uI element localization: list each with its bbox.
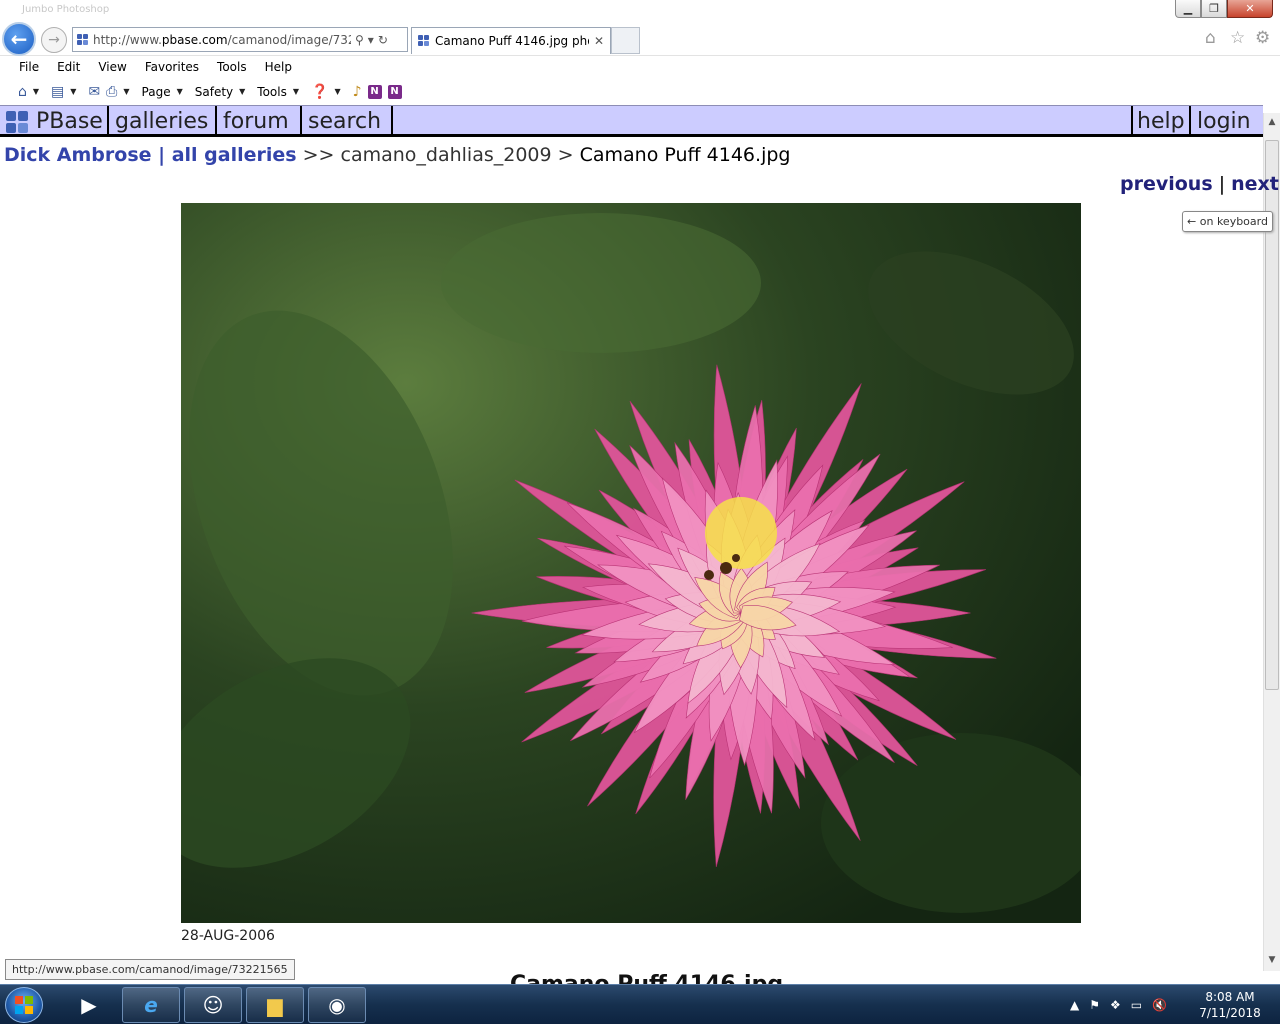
dropdown-arrow-icon[interactable]: ▼ [33, 87, 39, 96]
media-player-taskbar-icon[interactable]: ▶ [60, 987, 118, 1023]
dropdown-arrow-icon[interactable]: ▾ [368, 33, 374, 47]
next-link[interactable]: next [1231, 173, 1279, 195]
back-arrow-icon: ← [10, 27, 28, 51]
previous-link[interactable]: previous [1120, 173, 1213, 195]
pbase-logo-link[interactable]: PBase [2, 106, 109, 137]
close-window-button[interactable]: ✕ [1227, 0, 1273, 18]
action-center-flag-icon[interactable]: ⚑ [1089, 998, 1100, 1012]
nav-search[interactable]: search [304, 106, 393, 137]
internet-explorer-taskbar-icon[interactable]: e [122, 987, 180, 1023]
menu-tools[interactable]: Tools [217, 60, 247, 74]
new-tab-button[interactable] [611, 27, 640, 54]
onenote-icon[interactable]: N [367, 84, 382, 99]
photo-date: 28-AUG-2006 [181, 928, 275, 944]
start-button[interactable] [5, 987, 43, 1023]
scroll-down-arrow-icon[interactable]: ▼ [1264, 951, 1280, 968]
menu-edit[interactable]: Edit [57, 60, 80, 74]
nav-galleries[interactable]: galleries [111, 106, 217, 137]
tab-title: Camano Puff 4146.jpg phot... [435, 34, 589, 48]
dropdown-arrow-icon[interactable]: ▼ [334, 87, 340, 96]
page-menu[interactable]: Page [142, 85, 171, 99]
scroll-up-arrow-icon[interactable]: ▲ [1264, 113, 1280, 130]
feeds-icon[interactable]: ▤ [51, 84, 64, 100]
browser-title-bar: Jumbo Photoshop ▁ ❐ ✕ ← → http://www.pba… [0, 0, 1280, 56]
minimize-button[interactable]: ▁ [1175, 0, 1201, 18]
dropdown-arrow-icon[interactable]: ▼ [293, 87, 299, 96]
dahlia-photo[interactable] [181, 203, 1081, 923]
pbase-favicon-icon [77, 33, 89, 46]
dropbox-icon[interactable]: ❖ [1110, 998, 1121, 1012]
dropdown-arrow-icon[interactable]: ▼ [239, 87, 245, 96]
clock-time: 8:08 AM [1205, 990, 1255, 1004]
favorites-star-icon[interactable]: ☆ [1230, 28, 1245, 48]
vertical-scrollbar[interactable]: ▲ ▼ [1263, 113, 1280, 971]
breadcrumb-gallery-link[interactable]: camano_dahlias_2009 [341, 144, 552, 166]
tools-menu[interactable]: Tools [257, 85, 287, 99]
research-icon[interactable]: ♪ [353, 84, 362, 100]
settings-gear-icon[interactable]: ⚙ [1255, 28, 1270, 48]
tab-close-icon[interactable]: ✕ [594, 34, 604, 48]
help-icon[interactable]: ❓ [311, 84, 328, 100]
folder-icon: ▆ [267, 993, 283, 1017]
windows-taskbar: ▶ e ☺ ▆ ◉ ▲ ⚑ ❖ ▭ 🔇 8:08 AM 7/11/2018 [0, 984, 1280, 1024]
people-taskbar-icon[interactable]: ☺ [184, 987, 242, 1023]
keyboard-tooltip: ← on keyboard [1182, 211, 1273, 232]
forward-button[interactable]: → [41, 27, 67, 53]
menu-file[interactable]: File [19, 60, 39, 74]
pbase-logo-icon [6, 110, 32, 134]
url-text[interactable]: http://www.pbase.com/camanod/image/73254… [93, 33, 351, 47]
tab-camano-puff[interactable]: Camano Puff 4146.jpg phot... ✕ [411, 27, 611, 54]
photoshop-taskbar-icon[interactable]: ◉ [308, 987, 366, 1023]
maximize-button[interactable]: ❐ [1201, 0, 1227, 18]
taskbar-clock[interactable]: 8:08 AM 7/11/2018 [1198, 989, 1262, 1021]
pbase-favicon-icon [418, 35, 430, 47]
menu-favorites[interactable]: Favorites [145, 60, 199, 74]
mail-icon[interactable]: ✉ [88, 84, 100, 100]
pager: previous | next [1120, 173, 1279, 195]
volume-muted-icon[interactable]: 🔇 [1152, 998, 1167, 1012]
file-explorer-taskbar-icon[interactable]: ▆ [246, 987, 304, 1023]
pbase-nav-bar: PBase galleries forum search help login [0, 105, 1263, 137]
menu-bar: File Edit View Favorites Tools Help [0, 56, 1280, 78]
display-icon[interactable]: ▭ [1131, 998, 1142, 1012]
safety-menu[interactable]: Safety [195, 85, 233, 99]
nav-login[interactable]: login [1193, 106, 1261, 137]
breadcrumb-separator: | [151, 144, 172, 166]
search-icon[interactable]: ⚲ [355, 33, 364, 47]
breadcrumb-separator: > [551, 144, 580, 166]
home-icon[interactable]: ⌂ [18, 84, 27, 100]
breadcrumb-all-galleries-link[interactable]: all galleries [172, 144, 297, 166]
breadcrumb-separator: >> [296, 144, 341, 166]
menu-help[interactable]: Help [265, 60, 292, 74]
ie-logo-icon: e [144, 993, 158, 1017]
menu-view[interactable]: View [98, 60, 126, 74]
onenote-linked-icon[interactable]: N [387, 84, 402, 99]
pager-separator: | [1212, 173, 1232, 195]
dropdown-arrow-icon[interactable]: ▼ [123, 87, 129, 96]
nav-help[interactable]: help [1131, 106, 1191, 137]
dropdown-arrow-icon[interactable]: ▼ [70, 87, 76, 96]
clock-date: 7/11/2018 [1199, 1006, 1261, 1020]
forward-arrow-icon: → [48, 32, 60, 48]
home-icon[interactable]: ⌂ [1205, 28, 1216, 48]
command-bar: ⌂ ▼ ▤ ▼ ✉ ⎙ ▼ Page ▼ Safety ▼ Tools ▼ ❓ ▼ ♪ N N [0, 78, 1280, 105]
breadcrumb: Dick Ambrose | all galleries >> camano_d… [4, 144, 790, 166]
refresh-icon[interactable]: ↻ [378, 33, 388, 47]
window-title: Jumbo Photoshop [22, 4, 110, 15]
nav-forum[interactable]: forum [219, 106, 302, 137]
breadcrumb-user-link[interactable]: Dick Ambrose [4, 144, 152, 166]
dropdown-arrow-icon[interactable]: ▼ [177, 87, 183, 96]
back-button[interactable]: ← [2, 22, 36, 56]
show-hidden-icons-icon[interactable]: ▲ [1070, 998, 1079, 1012]
breadcrumb-current: Camano Puff 4146.jpg [579, 144, 791, 166]
print-icon[interactable]: ⎙ [106, 84, 117, 100]
dahlia-photo-graphic [181, 203, 1081, 923]
address-bar[interactable]: http://www.pbase.com/camanod/image/73254… [72, 27, 408, 52]
status-url-tooltip: http://www.pbase.com/camanod/image/73221… [5, 959, 295, 980]
pbase-logo-text: PBase [36, 109, 103, 134]
windows-logo-icon [15, 996, 33, 1014]
